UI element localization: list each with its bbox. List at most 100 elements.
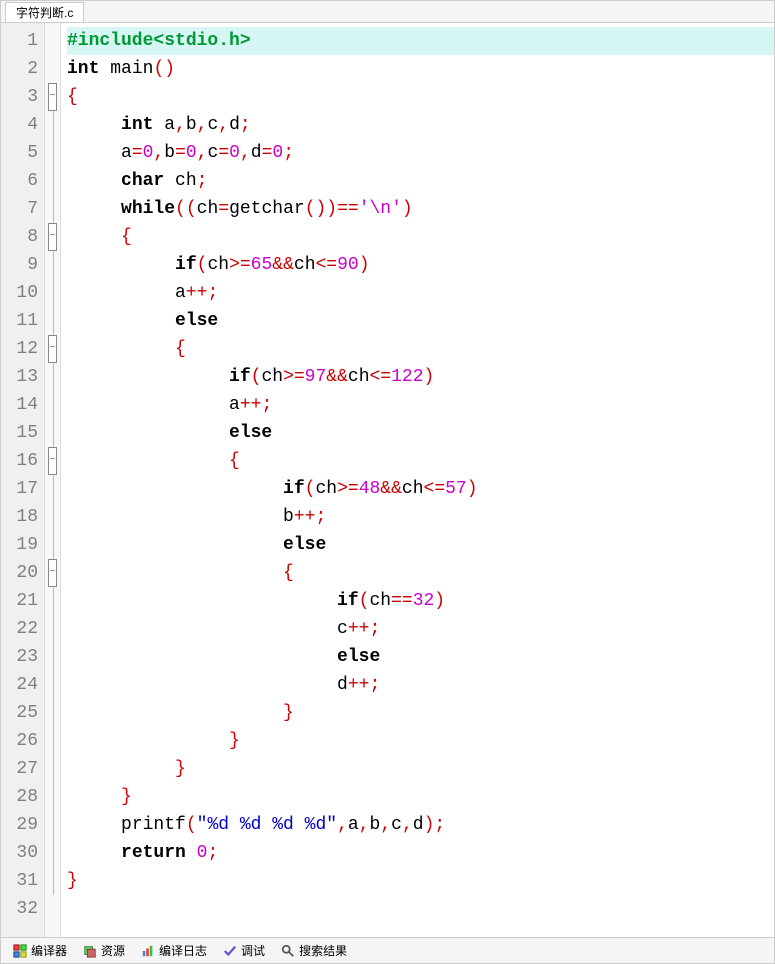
code-line[interactable]: }	[67, 755, 774, 783]
line-number: 7	[1, 195, 44, 223]
fold-marker	[45, 643, 60, 671]
fold-marker	[45, 55, 60, 83]
panel-tab-check[interactable]: 调试	[217, 940, 271, 961]
line-number-gutter: 1234567891011121314151617181920212223242…	[1, 23, 45, 937]
line-number: 11	[1, 307, 44, 335]
line-number: 4	[1, 111, 44, 139]
code-line[interactable]: char ch;	[67, 167, 774, 195]
code-line[interactable]: a++;	[67, 279, 774, 307]
code-line[interactable]: {	[67, 83, 774, 111]
line-number: 2	[1, 55, 44, 83]
line-number: 9	[1, 251, 44, 279]
line-number: 15	[1, 419, 44, 447]
tab-bar: 字符判断.c	[1, 1, 774, 23]
fold-marker[interactable]: −	[45, 559, 60, 587]
fold-marker	[45, 391, 60, 419]
panel-tab-stack[interactable]: 资源	[77, 940, 131, 961]
bottom-panel-tabs: 编译器 资源 编译日志 调试 搜索结果	[1, 937, 774, 963]
panel-tab-label: 资源	[101, 942, 125, 959]
fold-marker[interactable]: −	[45, 335, 60, 363]
code-line[interactable]: }	[67, 727, 774, 755]
panel-tab-search[interactable]: 搜索结果	[275, 940, 353, 961]
fold-marker	[45, 727, 60, 755]
code-line[interactable]: #include<stdio.h>	[67, 27, 774, 55]
code-line[interactable]: if(ch>=97&&ch<=122)	[67, 363, 774, 391]
fold-marker	[45, 587, 60, 615]
panel-tab-label: 编译器	[31, 942, 67, 959]
fold-marker	[45, 27, 60, 55]
fold-marker	[45, 811, 60, 839]
line-number: 10	[1, 279, 44, 307]
code-line[interactable]	[67, 895, 774, 923]
code-line[interactable]: if(ch==32)	[67, 587, 774, 615]
code-line[interactable]: a++;	[67, 391, 774, 419]
line-number: 18	[1, 503, 44, 531]
panel-tab-label: 搜索结果	[299, 942, 347, 959]
line-number: 8	[1, 223, 44, 251]
code-line[interactable]: d++;	[67, 671, 774, 699]
code-line[interactable]: else	[67, 419, 774, 447]
code-line[interactable]: {	[67, 447, 774, 475]
line-number: 12	[1, 335, 44, 363]
line-number: 3	[1, 83, 44, 111]
panel-tab-label: 调试	[241, 942, 265, 959]
fold-marker	[45, 419, 60, 447]
code-area[interactable]: #include<stdio.h>int main(){ int a,b,c,d…	[61, 23, 774, 937]
file-tab[interactable]: 字符判断.c	[5, 2, 84, 22]
fold-marker	[45, 867, 60, 895]
code-line[interactable]: else	[67, 531, 774, 559]
fold-marker	[45, 139, 60, 167]
code-line[interactable]: b++;	[67, 503, 774, 531]
code-line[interactable]: printf("%d %d %d %d",a,b,c,d);	[67, 811, 774, 839]
code-line[interactable]: {	[67, 559, 774, 587]
fold-marker[interactable]: −	[45, 223, 60, 251]
line-number: 23	[1, 643, 44, 671]
fold-marker	[45, 307, 60, 335]
line-number: 22	[1, 615, 44, 643]
line-number: 25	[1, 699, 44, 727]
fold-gutter[interactable]: − − − − −	[45, 23, 61, 937]
code-line[interactable]: {	[67, 223, 774, 251]
fold-marker	[45, 251, 60, 279]
code-line[interactable]: return 0;	[67, 839, 774, 867]
code-editor[interactable]: 1234567891011121314151617181920212223242…	[1, 23, 774, 937]
fold-marker	[45, 475, 60, 503]
code-line[interactable]: int main()	[67, 55, 774, 83]
code-line[interactable]: c++;	[67, 615, 774, 643]
panel-tab-grid[interactable]: 编译器	[7, 940, 73, 961]
code-line[interactable]: else	[67, 643, 774, 671]
line-number: 14	[1, 391, 44, 419]
fold-marker	[45, 363, 60, 391]
line-number: 32	[1, 895, 44, 923]
code-line[interactable]: }	[67, 867, 774, 895]
line-number: 31	[1, 867, 44, 895]
panel-tab-chart[interactable]: 编译日志	[135, 940, 213, 961]
fold-marker	[45, 195, 60, 223]
code-line[interactable]: if(ch>=48&&ch<=57)	[67, 475, 774, 503]
fold-marker	[45, 839, 60, 867]
fold-marker	[45, 755, 60, 783]
line-number: 21	[1, 587, 44, 615]
code-line[interactable]: int a,b,c,d;	[67, 111, 774, 139]
code-line[interactable]: }	[67, 699, 774, 727]
code-line[interactable]: }	[67, 783, 774, 811]
fold-marker	[45, 279, 60, 307]
fold-marker	[45, 111, 60, 139]
code-line[interactable]: a=0,b=0,c=0,d=0;	[67, 139, 774, 167]
fold-marker	[45, 503, 60, 531]
code-line[interactable]: if(ch>=65&&ch<=90)	[67, 251, 774, 279]
code-line[interactable]: else	[67, 307, 774, 335]
line-number: 5	[1, 139, 44, 167]
fold-marker	[45, 699, 60, 727]
fold-marker	[45, 615, 60, 643]
code-line[interactable]: while((ch=getchar())=='\n')	[67, 195, 774, 223]
line-number: 20	[1, 559, 44, 587]
line-number: 29	[1, 811, 44, 839]
code-line[interactable]: {	[67, 335, 774, 363]
line-number: 6	[1, 167, 44, 195]
panel-tab-label: 编译日志	[159, 942, 207, 959]
line-number: 27	[1, 755, 44, 783]
fold-marker[interactable]: −	[45, 447, 60, 475]
line-number: 13	[1, 363, 44, 391]
fold-marker[interactable]: −	[45, 83, 60, 111]
